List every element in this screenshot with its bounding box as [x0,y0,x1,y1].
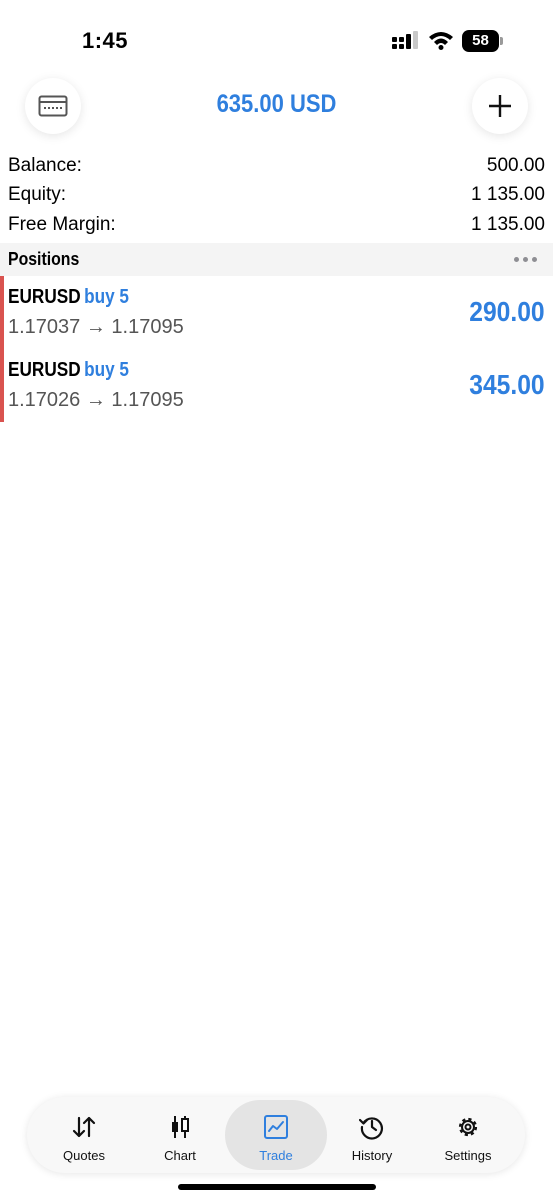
position-prices: 1.17026 → 1.17095 [8,389,184,411]
status-bar: 1:45 58 [0,0,553,80]
home-indicator[interactable] [178,1184,376,1190]
free-margin-label: Free Margin: [8,213,116,235]
tab-bar: Quotes Chart Trade History Settings [27,1097,525,1173]
status-time: 1:45 [82,28,129,53]
position-row[interactable]: EURUSD buy 5 1.17026 → 1.17095 345.00 [0,349,553,422]
equity-label: Equity: [8,184,67,206]
trade-chart-icon [264,1115,288,1139]
tab-history[interactable]: History [321,1100,423,1170]
balance-value: 500.00 [486,154,545,176]
position-symbol: EURUSD [8,286,81,308]
equity-row: Equity: 1 135.00 [0,181,553,211]
tab-label: Chart [164,1148,196,1163]
position-profit: 345.00 [469,369,545,400]
tab-label: Quotes [63,1148,105,1163]
free-margin-row: Free Margin: 1 135.00 [0,210,553,240]
page-title: 635.00 USD [216,90,337,118]
new-order-button[interactable] [472,78,528,134]
position-row[interactable]: EURUSD buy 5 1.17037 → 1.17095 290.00 [0,276,553,349]
tab-quotes[interactable]: Quotes [33,1100,135,1170]
tab-trade[interactable]: Trade [225,1100,327,1170]
free-margin-value: 1 135.00 [471,213,545,235]
plus-icon [489,95,511,117]
position-symbol: EURUSD [8,359,81,381]
positions-header: Positions [0,243,553,276]
cellular-signal-icon [392,31,418,49]
history-icon [359,1117,383,1140]
tab-label: Trade [259,1148,293,1163]
wifi-icon [429,32,453,50]
tab-label: Settings [444,1148,492,1163]
equity-value: 1 135.00 [471,184,545,206]
battery-icon: 58 [462,30,504,52]
positions-list: EURUSD buy 5 1.17037 → 1.17095 290.00 EUR… [0,276,553,422]
position-profit: 290.00 [469,296,545,327]
tab-label: History [351,1148,393,1163]
battery-level: 58 [462,30,499,52]
balance-label: Balance: [8,154,82,176]
quotes-arrows-icon [72,1116,96,1138]
candlestick-icon [172,1116,189,1138]
tab-settings[interactable]: Settings [417,1100,519,1170]
header: 635.00 USD [0,78,553,138]
account-summary: Balance: 500.00 Equity: 1 135.00 Free Ma… [0,151,553,240]
balance-row: Balance: 500.00 [0,151,553,181]
gear-icon [458,1117,478,1137]
more-options-icon[interactable] [514,257,537,262]
position-prices: 1.17037 → 1.17095 [8,316,184,338]
positions-title: Positions [8,249,80,269]
position-type: buy 5 [84,359,130,381]
position-type: buy 5 [84,286,130,308]
tab-chart[interactable]: Chart [129,1100,231,1170]
